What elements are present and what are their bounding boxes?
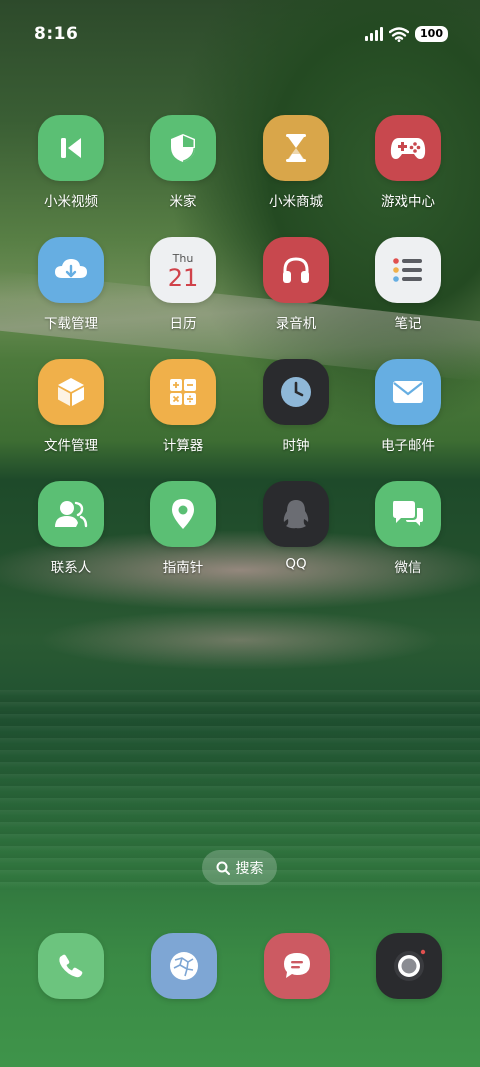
- app-label: 文件管理: [44, 438, 98, 454]
- cellular-signal-icon: [365, 27, 384, 41]
- app-mi-store[interactable]: 小米商城: [246, 115, 346, 210]
- calculator-icon[interactable]: [150, 359, 216, 425]
- app-game-center[interactable]: 游戏中心: [358, 115, 458, 210]
- battery-indicator: 100: [415, 26, 448, 42]
- app-qq[interactable]: QQ: [246, 481, 346, 572]
- app-label: 计算器: [162, 438, 204, 454]
- messages-icon: [284, 953, 310, 978]
- phone-icon: [59, 954, 83, 978]
- app-label: 小米商城: [269, 194, 323, 210]
- search-icon: [216, 861, 230, 875]
- app-file-manager[interactable]: 文件管理: [21, 359, 121, 454]
- app-label: 小米视频: [44, 194, 98, 210]
- app-label: 微信: [394, 560, 422, 576]
- app-label: 日历: [169, 316, 197, 332]
- calendar-icon[interactable]: Thu 21: [150, 237, 216, 303]
- shield-icon[interactable]: [150, 115, 216, 181]
- status-icons: 100: [365, 26, 448, 42]
- app-clock[interactable]: 时钟: [246, 359, 346, 454]
- calendar-date: 21: [167, 263, 199, 292]
- chat-bubbles-icon[interactable]: [375, 481, 441, 547]
- app-label: 指南针: [162, 560, 204, 576]
- camera-icon: [394, 949, 426, 981]
- app-label: 录音机: [275, 316, 317, 332]
- app-label: 游戏中心: [381, 194, 435, 210]
- app-calendar[interactable]: Thu 21 日历: [133, 237, 233, 332]
- app-wechat[interactable]: 微信: [358, 481, 458, 576]
- dock-camera[interactable]: [376, 933, 442, 999]
- dock-messages[interactable]: [264, 933, 330, 999]
- search-button[interactable]: 搜索: [202, 850, 277, 885]
- app-label: 下载管理: [44, 316, 98, 332]
- app-label: 时钟: [282, 438, 310, 454]
- clock-icon[interactable]: [263, 359, 329, 425]
- search-label: 搜索: [235, 860, 264, 877]
- headphones-icon[interactable]: [263, 237, 329, 303]
- app-label: QQ: [285, 556, 307, 572]
- app-recorder[interactable]: 录音机: [246, 237, 346, 332]
- app-notes[interactable]: 笔记: [358, 237, 458, 332]
- penguin-icon[interactable]: [263, 481, 329, 547]
- app-label: 米家: [169, 194, 197, 210]
- calendar-weekday: Thu: [172, 251, 194, 265]
- hourglass-icon[interactable]: [263, 115, 329, 181]
- dock-browser[interactable]: [151, 933, 217, 999]
- browser-icon: [170, 952, 198, 980]
- app-contacts[interactable]: 联系人: [21, 481, 121, 576]
- location-pin-icon[interactable]: [150, 481, 216, 547]
- contacts-icon[interactable]: [38, 481, 104, 547]
- app-downloads[interactable]: 下载管理: [21, 237, 121, 332]
- status-bar: 8:16 100: [0, 0, 480, 68]
- app-calculator[interactable]: 计算器: [133, 359, 233, 454]
- wifi-icon: [389, 26, 410, 42]
- video-play-icon[interactable]: [38, 115, 104, 181]
- app-label: 笔记: [394, 316, 422, 332]
- box-icon[interactable]: [38, 359, 104, 425]
- app-mi-home[interactable]: 米家: [133, 115, 233, 210]
- status-time: 8:16: [34, 24, 79, 44]
- app-label: 电子邮件: [381, 438, 435, 454]
- gamepad-icon[interactable]: [375, 115, 441, 181]
- app-compass[interactable]: 指南针: [133, 481, 233, 576]
- app-mi-video[interactable]: 小米视频: [21, 115, 121, 210]
- cloud-download-icon[interactable]: [38, 237, 104, 303]
- dock-phone[interactable]: [38, 933, 104, 999]
- notes-list-icon[interactable]: [375, 237, 441, 303]
- app-label: 联系人: [50, 560, 92, 576]
- envelope-icon[interactable]: [375, 359, 441, 425]
- app-email[interactable]: 电子邮件: [358, 359, 458, 454]
